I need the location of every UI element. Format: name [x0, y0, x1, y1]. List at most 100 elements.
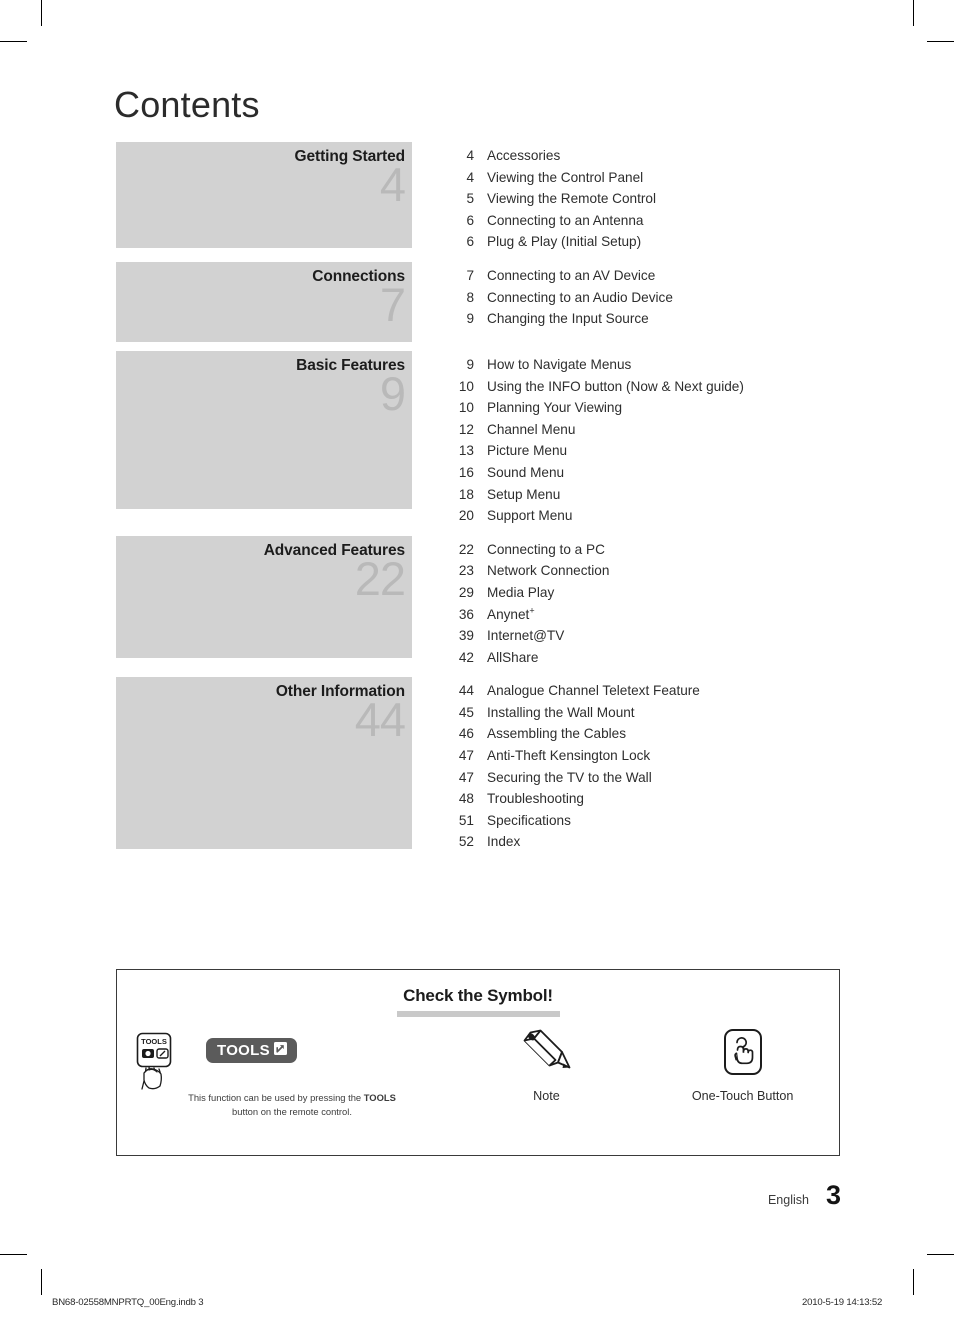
toc-entry-page: 39 [458, 628, 474, 644]
toc-entry-label: Viewing the Remote Control [474, 188, 656, 210]
crop-mark-bottom-left-vertical [41, 1269, 42, 1295]
toc-entry[interactable]: 20 Support Menu [444, 505, 841, 527]
toc-entry-label: Using the INFO button (Now & Next guide) [474, 376, 744, 398]
footer-timestamp: 2010-5-19 14:13:52 [802, 1297, 883, 1308]
toc-entry-label: Media Play [474, 582, 554, 604]
toc-entry-page: 12 [458, 421, 474, 437]
toc-entry-page: 4 [466, 169, 474, 185]
toc-entry-page: 6 [466, 234, 474, 250]
toc-entry[interactable]: 42 AllShare [444, 647, 841, 669]
toc-entry[interactable]: 10 Planning Your Viewing [444, 397, 841, 419]
toc-entry-page: 7 [466, 267, 474, 283]
toc-entry-label: Index [474, 831, 520, 853]
toc-entry-label: Troubleshooting [474, 788, 584, 810]
one-touch-caption: One-Touch Button [691, 1089, 794, 1103]
toc-entry-page: 47 [458, 769, 474, 785]
toc-entry[interactable]: 44 Analogue Channel Teletext Feature [444, 680, 841, 702]
tools-caption-line2-pre: pressing the [310, 1092, 364, 1103]
toc-entry-label-text: Internet@TV [487, 628, 565, 644]
toc-entry-label: Changing the Input Source [474, 308, 649, 330]
toc-section-block: Advanced Features 22 [116, 535, 412, 658]
page-marker: English 3 [768, 1182, 841, 1209]
symbol-column-note: Note [447, 1028, 647, 1103]
toc-entry-label-text: Connecting to a PC [487, 541, 605, 557]
toc-entry[interactable]: 5 Viewing the Remote Control [444, 188, 841, 210]
toc-entry-label-text: Specifications [487, 812, 571, 828]
toc-entry-label-text: Connecting to an Audio Device [487, 289, 673, 305]
toc-entry[interactable]: 22 Connecting to a PC [444, 539, 841, 561]
toc-entry-label: Network Connection [474, 560, 609, 582]
toc-entry[interactable]: 10 Using the INFO button (Now & Next guid… [444, 376, 841, 398]
toc-entry-page: 16 [458, 464, 474, 480]
toc-entry[interactable]: 7 Connecting to an AV Device [444, 265, 841, 287]
toc-entry[interactable]: 48 Troubleshooting [444, 788, 841, 810]
toc-entry-label-text: Viewing the Remote Control [487, 191, 657, 207]
crop-mark-top-right-vertical [913, 0, 914, 26]
toc-entry-label: Channel Menu [474, 419, 575, 441]
toc-section-entries: 4 Accessories 4 Viewing the Control Panel 5 V… [412, 142, 841, 253]
toc-entry[interactable]: 36 Anynet+ [444, 604, 841, 626]
toc-section-start-page: 7 [379, 277, 406, 331]
toc-entry-label-text: Assembling the Cables [487, 726, 627, 742]
one-touch-icon-wrap [646, 1028, 839, 1080]
toc-section-block: Other Information 44 [116, 677, 412, 850]
toc-section-start-page: 9 [379, 366, 406, 420]
toc-section-entries: 22 Connecting to a PC 23 Network Connection… [412, 536, 841, 669]
toc-entry[interactable]: 13 Picture Menu [444, 440, 841, 462]
toc-entry[interactable]: 6 Plug & Play (Initial Setup) [444, 231, 841, 253]
toc-entry[interactable]: 47 Securing the TV to the Wall [444, 767, 841, 789]
toc-entry-page: 9 [466, 356, 474, 372]
crop-mark-top-right-horizontal [927, 41, 954, 42]
toc-entry[interactable]: 45 Installing the Wall Mount [444, 702, 841, 724]
toc-entry[interactable]: 4 Viewing the Control Panel [444, 167, 841, 189]
toc-entry-page: 51 [458, 812, 474, 828]
toc-section-entries: 9 How to Navigate Menus 10 Using the INFO b… [412, 351, 841, 527]
toc-entry[interactable]: 51 Specifications [444, 810, 841, 832]
toc-entry[interactable]: 12 Channel Menu [444, 419, 841, 441]
toc-section: Connections 7 7 Connecting to an AV Device 8… [116, 261, 841, 342]
table-of-contents: Getting Started 4 4 Accessories 4 Viewing the… [116, 142, 841, 862]
toc-entry[interactable]: 47 Anti-Theft Kensington Lock [444, 745, 841, 767]
toc-entry-label-text: Anynet [487, 606, 530, 622]
toc-entry[interactable]: 8 Connecting to an Audio Device [444, 287, 841, 309]
tools-enter-arrow-icon [273, 1041, 288, 1059]
tools-caption-line3: remote control. [289, 1105, 352, 1117]
toc-entry-page: 47 [458, 748, 474, 764]
toc-entry[interactable]: 9 How to Navigate Menus [444, 354, 841, 376]
toc-entry[interactable]: 18 Setup Menu [444, 484, 841, 506]
toc-entry-page: 10 [458, 378, 474, 394]
toc-entry-label: Specifications [474, 810, 571, 832]
toc-entry-label-text: Picture Menu [487, 443, 568, 459]
toc-entry-label-text: Support Menu [487, 508, 573, 524]
toc-entry[interactable]: 16 Sound Menu [444, 462, 841, 484]
tools-caption: This function can be used by pressing th… [177, 1091, 407, 1118]
toc-entry-page: 45 [458, 704, 474, 720]
toc-entry-page: 36 [458, 606, 474, 622]
toc-entry-label-text: Connecting to an Antenna [487, 212, 644, 228]
toc-entry-page: 8 [466, 289, 474, 305]
toc-section-block: Basic Features 9 [116, 350, 412, 509]
toc-entry[interactable]: 29 Media Play [444, 582, 841, 604]
pencil-icon [518, 1027, 574, 1082]
toc-entry-page: 5 [466, 191, 474, 207]
toc-entry[interactable]: 4 Accessories [444, 145, 841, 167]
toc-entry-label-text: Plug & Play (Initial Setup) [487, 234, 642, 250]
toc-entry-page: 22 [458, 541, 474, 557]
crop-mark-bottom-right-horizontal [927, 1254, 954, 1255]
symbol-box-heading: Check the Symbol! [403, 986, 553, 1005]
symbol-column-one-touch: One-Touch Button [646, 1028, 839, 1103]
page-number: 3 [825, 1180, 841, 1210]
toc-entry[interactable]: 23 Network Connection [444, 560, 841, 582]
toc-entry-label: Assembling the Cables [474, 723, 626, 745]
toc-entry[interactable]: 46 Assembling the Cables [444, 723, 841, 745]
toc-entry-label-text: Anti-Theft Kensington Lock [487, 748, 651, 764]
toc-entry-label: Connecting to an AV Device [474, 265, 655, 287]
toc-entry[interactable]: 9 Changing the Input Source [444, 308, 841, 330]
crop-mark-top-left-horizontal [0, 41, 27, 42]
toc-entry[interactable]: 6 Connecting to an Antenna [444, 210, 841, 232]
toc-entry-page: 20 [458, 508, 474, 524]
symbol-box-heading-wrap: Check the Symbol! [117, 986, 839, 1017]
toc-entry[interactable]: 39 Internet@TV [444, 625, 841, 647]
toc-section: Basic Features 9 9 How to Navigate Menus 10 U… [116, 350, 841, 527]
toc-entry[interactable]: 52 Index [444, 831, 841, 853]
